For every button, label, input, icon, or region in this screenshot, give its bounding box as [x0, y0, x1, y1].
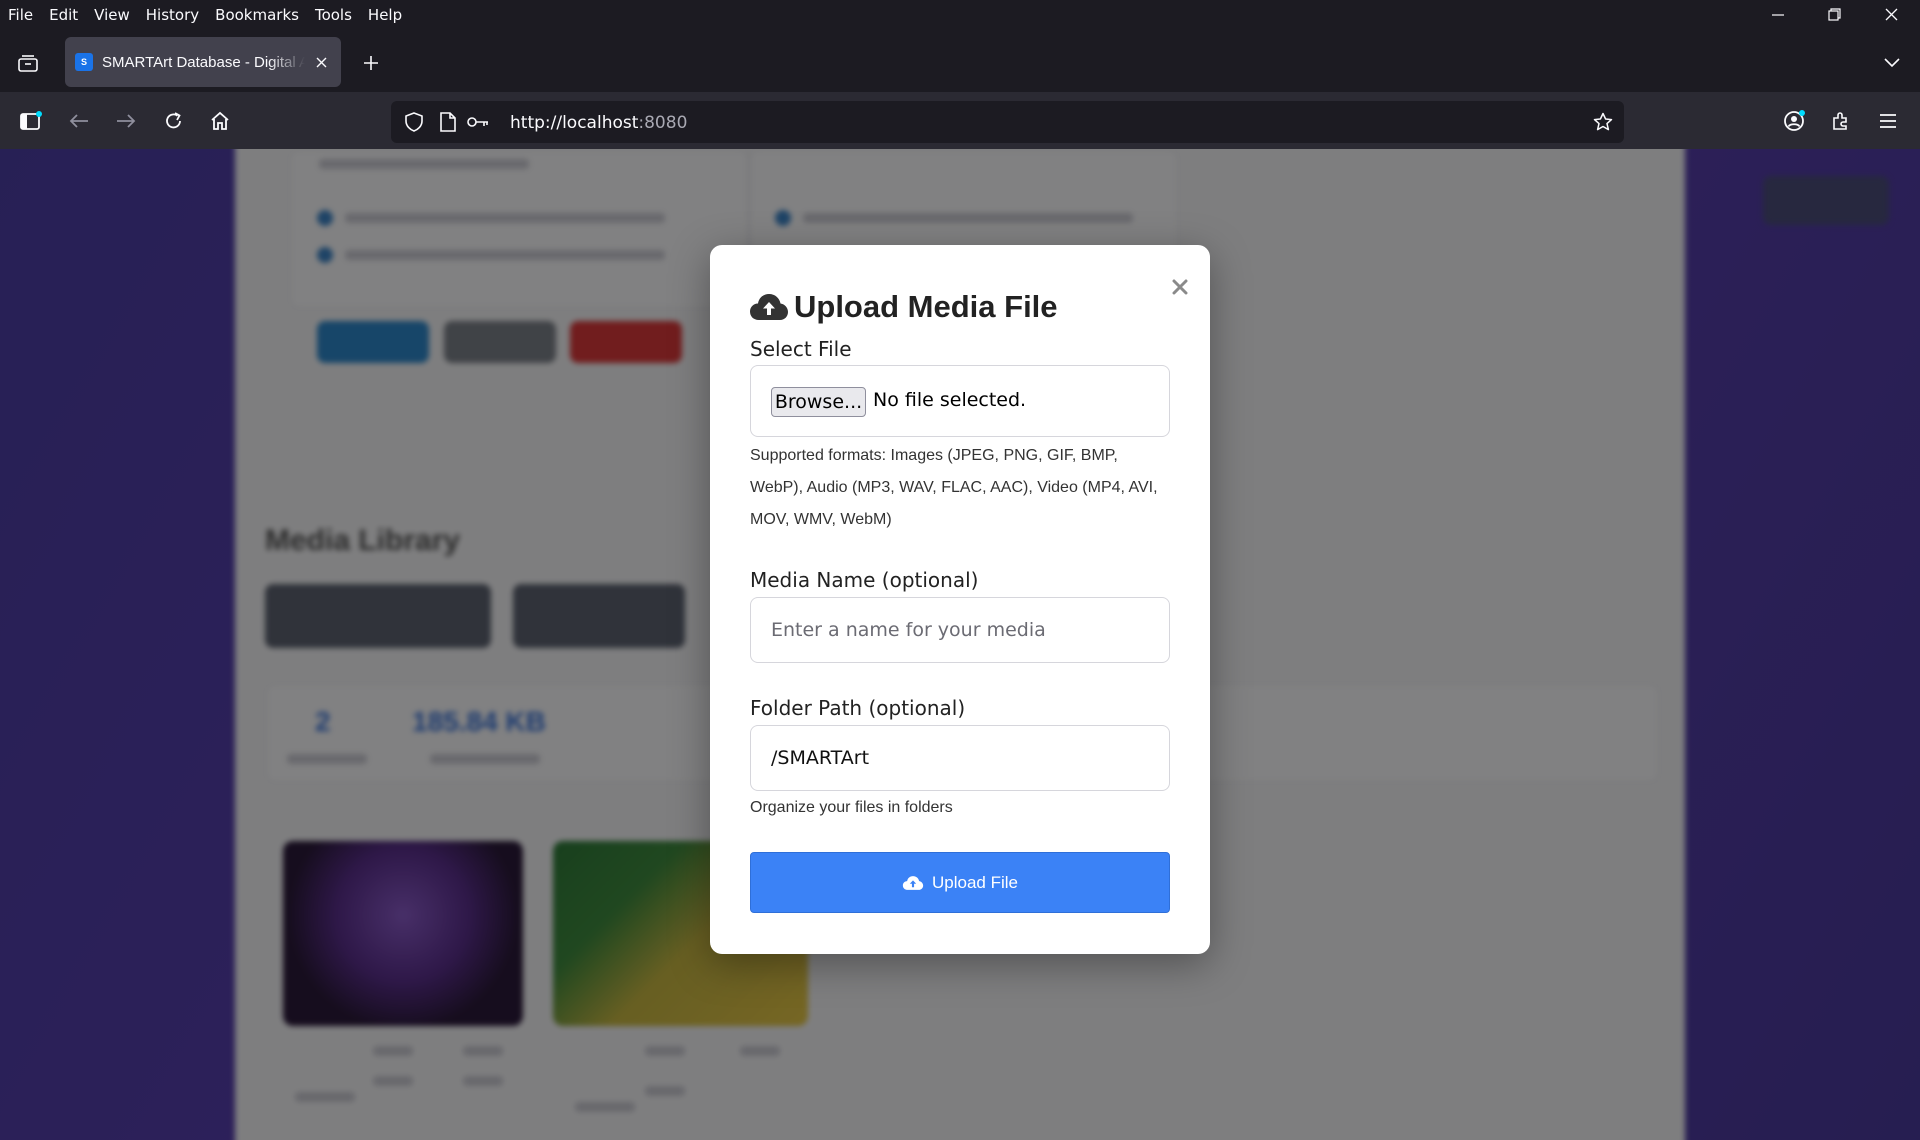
supported-formats-help: Supported formats: Images (JPEG, PNG, GI… [750, 447, 1158, 528]
close-icon [316, 57, 326, 67]
navigation-toolbar: http://localhost:8080 [0, 92, 1920, 149]
sidebar-button[interactable] [16, 106, 46, 136]
new-tab-button[interactable] [357, 49, 385, 77]
media-name-label: Media Name (optional) [750, 568, 979, 592]
reload-icon [166, 112, 181, 129]
cloud-upload-icon [750, 294, 788, 320]
tab-title: SMARTArt Database - Digital A [102, 53, 305, 71]
folder-help-text: Organize your files in folders [750, 799, 953, 816]
star-icon [1593, 112, 1613, 131]
close-icon [1885, 8, 1898, 21]
account-button[interactable] [1779, 106, 1809, 136]
menu-help[interactable]: Help [360, 6, 410, 24]
forward-button[interactable] [111, 106, 141, 136]
minimize-icon [1771, 13, 1784, 16]
home-button[interactable] [205, 106, 235, 136]
hamburger-menu-icon [1880, 114, 1896, 128]
arrow-right-icon [117, 114, 136, 128]
back-button[interactable] [64, 106, 94, 136]
menu-tools[interactable]: Tools [307, 6, 360, 24]
menu-view[interactable]: View [86, 6, 138, 24]
upload-media-dialog: Upload Media File Select File Browse... … [710, 245, 1210, 954]
home-icon [211, 111, 229, 130]
media-name-input[interactable] [751, 598, 1169, 662]
favicon-icon: S [75, 53, 93, 71]
upload-file-label: Upload File [932, 872, 1018, 892]
close-window-button[interactable] [1863, 0, 1920, 29]
menu-history[interactable]: History [138, 6, 207, 24]
media-name-field [750, 597, 1170, 663]
menu-bar: File Edit View History Bookmarks Tools H… [0, 0, 1920, 29]
tracking-protection-button[interactable] [403, 111, 425, 133]
list-all-tabs-button[interactable] [1878, 49, 1906, 77]
shield-icon [405, 112, 423, 132]
upload-file-button[interactable]: Upload File [750, 852, 1170, 913]
sidebar-icon [20, 111, 42, 130]
file-input[interactable]: Browse... No file selected. [750, 365, 1170, 437]
firefox-view-button[interactable] [14, 49, 42, 77]
modal-title: Upload Media File [750, 289, 1058, 325]
extensions-button[interactable] [1826, 106, 1856, 136]
chevron-down-icon [1884, 58, 1900, 68]
tab-close-button[interactable] [311, 52, 331, 72]
menu-edit[interactable]: Edit [41, 6, 86, 24]
close-icon [1172, 279, 1188, 295]
no-file-text: No file selected. [873, 389, 1027, 411]
modal-close-button[interactable] [1168, 275, 1192, 299]
url-host: http://localhost [510, 113, 639, 133]
account-icon [1784, 110, 1805, 131]
plus-icon [364, 56, 378, 70]
puzzle-icon [1833, 112, 1847, 130]
url-port: :8080 [638, 113, 688, 133]
restore-icon [1828, 8, 1841, 21]
select-file-label: Select File [750, 337, 852, 361]
minimize-button[interactable] [1749, 0, 1806, 29]
page-icon [440, 112, 456, 132]
bookmark-star-button[interactable] [1592, 111, 1614, 133]
tab-bar: S SMARTArt Database - Digital A [0, 29, 1920, 92]
site-info-button[interactable] [437, 111, 459, 133]
tab-list-icon [18, 55, 38, 72]
reload-button[interactable] [159, 106, 189, 136]
folder-path-field [750, 725, 1170, 791]
folder-path-input[interactable] [751, 726, 1169, 790]
url-text[interactable]: http://localhost:8080 [510, 113, 687, 133]
arrow-left-icon [69, 114, 88, 128]
tab-smartart[interactable]: S SMARTArt Database - Digital A [65, 37, 341, 87]
window-controls [1749, 0, 1920, 29]
app-menu-button[interactable] [1873, 106, 1903, 136]
browse-button[interactable]: Browse... [771, 387, 866, 417]
url-bar[interactable]: http://localhost:8080 [391, 101, 1624, 143]
menu-file[interactable]: File [0, 6, 41, 24]
key-icon [467, 117, 488, 127]
restore-button[interactable] [1806, 0, 1863, 29]
menu-bookmarks[interactable]: Bookmarks [207, 6, 307, 24]
saved-logins-button[interactable] [467, 111, 489, 133]
folder-path-label: Folder Path (optional) [750, 696, 966, 720]
cloud-upload-icon [902, 875, 924, 890]
modal-title-text: Upload Media File [794, 289, 1058, 324]
